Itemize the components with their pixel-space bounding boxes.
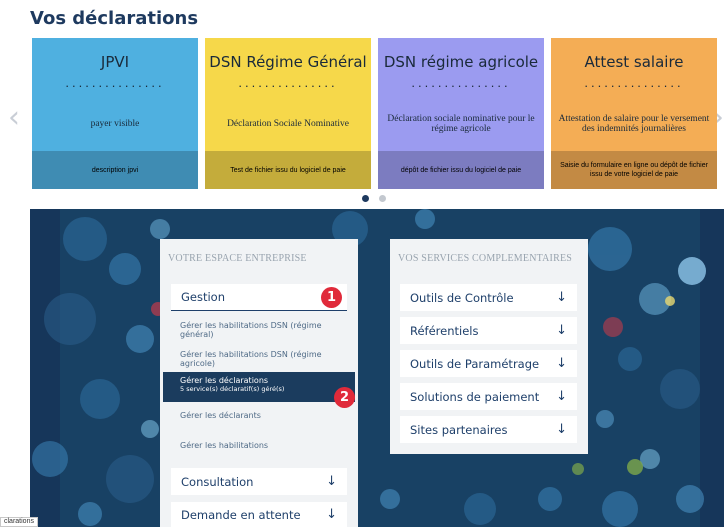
card-footer: dépôt de fichier issu du logiciel de pai… — [378, 151, 544, 189]
outils-controle-menu[interactable]: Outils de Contrôle ↓ — [400, 284, 577, 311]
arrow-down-icon: ↓ — [556, 323, 567, 338]
card-title: JPVI — [100, 52, 130, 71]
step-badge-2: 2 — [334, 387, 355, 408]
card-dsn-regime-general[interactable]: DSN Régime Général ............... Décla… — [205, 38, 371, 189]
card-title: DSN régime agricole — [383, 52, 539, 71]
demande-en-attente-menu[interactable]: Demande en attente ↓ — [171, 502, 347, 527]
referentiels-menu[interactable]: Référentiels ↓ — [400, 317, 577, 344]
consultation-menu[interactable]: Consultation ↓ — [171, 468, 347, 495]
step-badge-1: 1 — [321, 287, 342, 308]
arrow-down-icon: ↓ — [556, 422, 567, 437]
chevron-left-icon[interactable]: ‹ — [8, 100, 20, 135]
card-separator: ............... — [411, 75, 511, 90]
card-separator: ............... — [238, 75, 338, 90]
services-item-label: Sites partenaires — [410, 422, 508, 437]
solutions-paiement-menu[interactable]: Solutions de paiement ↓ — [400, 383, 577, 410]
card-footer: Test de fichier issu du logiciel de paie — [205, 151, 371, 189]
card-attest-salaire[interactable]: Attest salaire ............... Attestati… — [551, 38, 717, 189]
card-separator: ............... — [584, 75, 684, 90]
services-item-label: Solutions de paiement — [410, 389, 540, 404]
arrow-down-icon: ↓ — [556, 290, 567, 305]
gerer-declarations-label: Gérer les déclarations — [180, 376, 269, 385]
gestion-label: Gestion — [181, 290, 226, 304]
espace-entreprise-heading: VOTRE ESPACE ENTREPRISE — [168, 253, 307, 264]
card-footer: Saisie du formulaire en ligne ou dépôt d… — [551, 151, 717, 189]
services-item-label: Référentiels — [410, 323, 479, 338]
gerer-declarations-detail: 5 service(s) déclaratif(s) géré(s) — [180, 385, 285, 393]
gerer-habilitations-link[interactable]: Gérer les habilitations — [180, 441, 340, 450]
arrow-down-icon: ↓ — [556, 356, 567, 371]
card-description: Attestation de salaire pour le versement… — [558, 113, 710, 134]
bokeh-background — [30, 209, 724, 527]
arrow-down-icon: ↓ — [556, 389, 567, 404]
consultation-label: Consultation — [181, 474, 254, 489]
card-title: DSN Régime Général — [209, 52, 367, 71]
card-jpvi[interactable]: JPVI ............... payer visible descr… — [32, 38, 198, 189]
sites-partenaires-menu[interactable]: Sites partenaires ↓ — [400, 416, 577, 443]
gerer-habilitations-dsn-agricole-link[interactable]: Gérer les habilitations DSN (régime agri… — [180, 350, 340, 368]
card-description: Déclaration Sociale Nominative — [227, 118, 349, 129]
hero-background — [30, 209, 724, 527]
outils-parametrage-menu[interactable]: Outils de Paramétrage ↓ — [400, 350, 577, 377]
card-dsn-regime-agricole[interactable]: DSN régime agricole ............... Décl… — [378, 38, 544, 189]
corner-tab[interactable]: clarations — [0, 517, 38, 527]
arrow-down-icon: ↓ — [326, 474, 337, 489]
services-item-label: Outils de Paramétrage — [410, 356, 540, 371]
demande-label: Demande en attente — [181, 507, 301, 522]
arrow-down-icon: ↓ — [326, 507, 337, 522]
gerer-declarations-link[interactable]: Gérer les déclarations 5 service(s) décl… — [163, 372, 355, 402]
card-description: Déclaration sociale nominative pour le r… — [387, 113, 535, 134]
carousel-indicator-active[interactable] — [362, 195, 369, 202]
carousel-indicator[interactable] — [379, 195, 386, 202]
card-separator: ............... — [65, 75, 165, 90]
gerer-declarants-link[interactable]: Gérer les déclarants — [180, 411, 340, 420]
services-item-label: Outils de Contrôle — [410, 290, 514, 305]
gerer-habilitations-dsn-general-link[interactable]: Gérer les habilitations DSN (régime géné… — [180, 321, 340, 339]
card-description: payer visible — [90, 118, 140, 129]
services-heading: VOS SERVICES COMPLEMENTAIRES — [398, 253, 573, 264]
card-title: Attest salaire — [584, 52, 684, 71]
page-title: Vos déclarations — [30, 8, 199, 29]
card-footer: description jpvi — [32, 151, 198, 189]
